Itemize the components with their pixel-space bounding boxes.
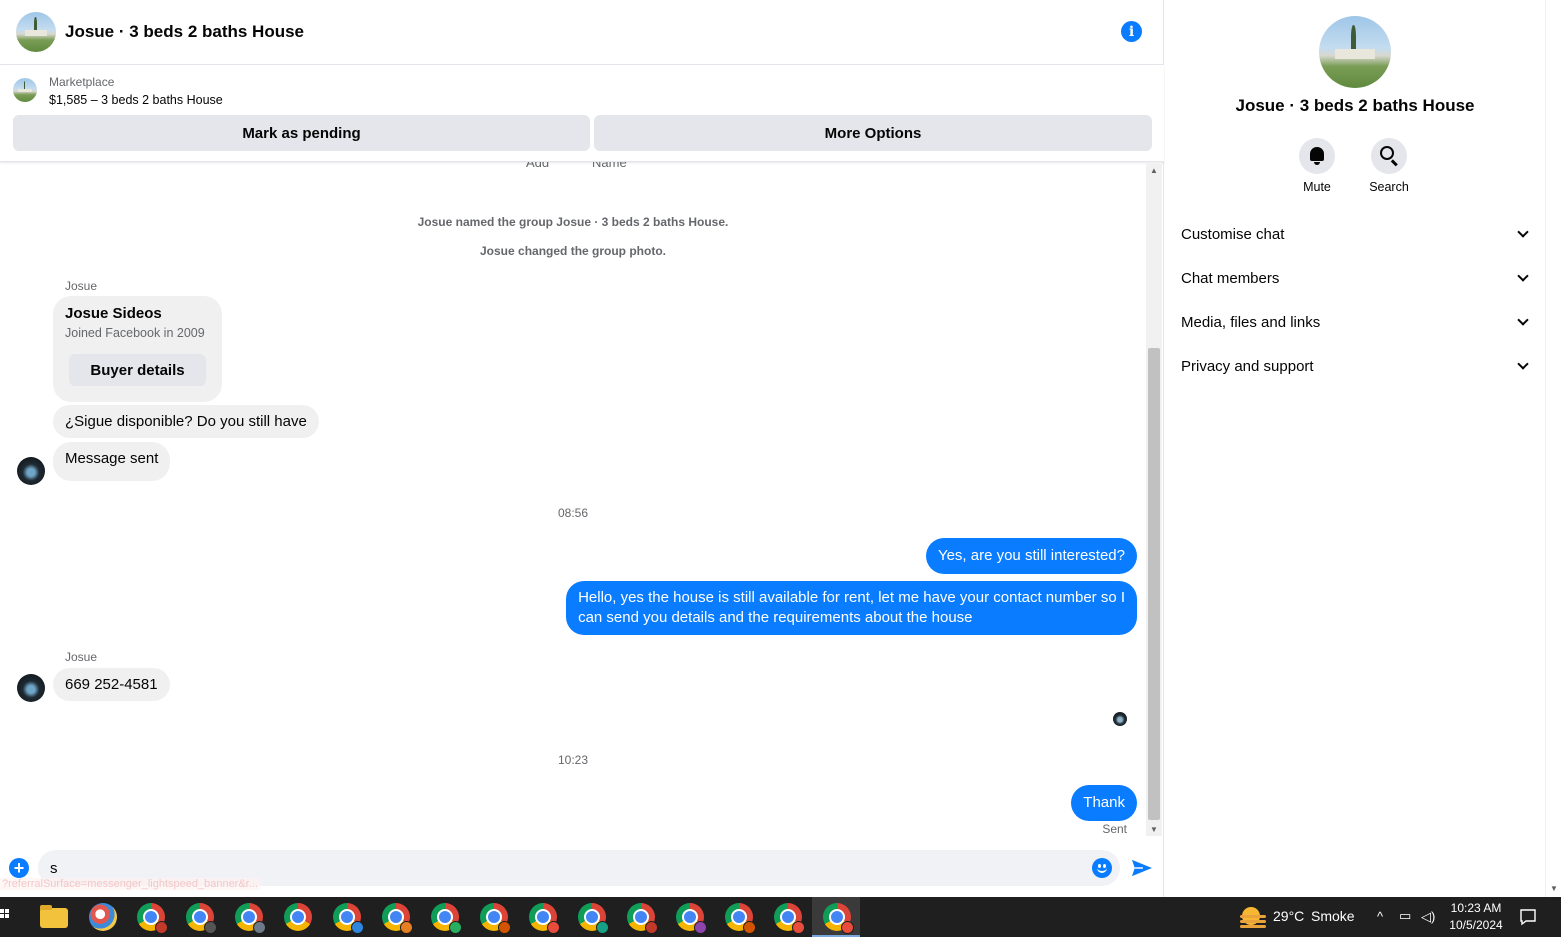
send-icon[interactable] (1131, 858, 1153, 878)
weather-temperature[interactable]: 29°C (1273, 908, 1304, 924)
search-label: Search (1369, 180, 1409, 194)
clock-date[interactable]: 10/5/2024 (1446, 918, 1506, 932)
buyer-profile-card: Josue Sideos Joined Facebook in 2009 Buy… (53, 296, 222, 402)
chevron-up-icon[interactable]: ^ (1377, 909, 1383, 924)
chrome-icon[interactable] (725, 903, 756, 934)
chrome-icon[interactable] (284, 903, 312, 931)
chrome-icon[interactable] (431, 903, 462, 934)
message-bubble-incoming[interactable]: 669 252-4581 (53, 668, 170, 701)
weather-icon[interactable] (1240, 906, 1266, 928)
conversation-details-panel: Josue · 3 beds 2 baths House Mute Search… (1165, 0, 1545, 897)
chevron-down-icon (1517, 314, 1529, 326)
message-bubble-incoming[interactable]: Message sent (53, 442, 171, 481)
group-avatar[interactable] (16, 12, 56, 52)
start-icon[interactable] (0, 909, 10, 925)
chrome-icon[interactable] (382, 903, 413, 934)
chrome-icon[interactable] (676, 903, 707, 934)
sender-name: Josue (65, 650, 98, 664)
panel-title: Josue · 3 beds 2 baths House (1235, 96, 1475, 115)
sender-name: Josue (65, 279, 98, 293)
sent-status: Sent (1102, 822, 1127, 836)
section-label: Media, files and links (1181, 313, 1321, 331)
system-message-photo: Josue changed the group photo. (480, 244, 666, 258)
chrome-icon[interactable] (186, 903, 217, 934)
chrome-icon[interactable] (480, 903, 511, 934)
message-bubble-outgoing[interactable]: Hello, yes the house is still available … (566, 581, 1137, 635)
scroll-down-icon[interactable]: ▼ (1146, 825, 1162, 834)
listing-thumbnail[interactable] (13, 78, 37, 102)
chrome-icon[interactable] (529, 903, 560, 934)
chat-title[interactable]: Josue · 3 beds 2 baths House (65, 22, 304, 42)
sender-avatar[interactable] (17, 457, 45, 485)
marketplace-banner: Marketplace $1,585 – 3 beds 2 baths Hous… (0, 65, 1164, 162)
paint-icon[interactable] (89, 903, 117, 931)
bell-icon (1310, 147, 1324, 161)
chrome-icon[interactable] (578, 903, 609, 934)
weather-condition[interactable]: Smoke (1311, 908, 1355, 924)
scroll-thumb[interactable] (1148, 348, 1160, 820)
scroll-up-icon[interactable]: ▲ (1146, 166, 1162, 175)
system-message-rename: Josue named the group Josue · 3 beds 2 b… (417, 215, 729, 229)
mute-label: Mute (1303, 180, 1331, 194)
seen-avatar (1113, 712, 1127, 726)
chrome-icon[interactable] (137, 903, 168, 934)
timestamp: 08:56 (557, 506, 589, 520)
chrome-icon[interactable] (333, 903, 364, 934)
section-media-files-links[interactable]: Media, files and links (1181, 310, 1533, 334)
chrome-icon[interactable] (235, 903, 266, 934)
section-privacy-support[interactable]: Privacy and support (1181, 354, 1533, 378)
section-label: Privacy and support (1181, 357, 1314, 375)
message-line: Hello, yes the house is still available … (578, 589, 1125, 606)
message-line: can send you details and the requirement… (578, 609, 973, 626)
section-customise-chat[interactable]: Customise chat (1181, 222, 1533, 246)
notifications-icon[interactable] (1519, 908, 1537, 926)
add-label-cut: Add (526, 162, 550, 170)
mark-as-pending-button[interactable]: Mark as pending (13, 115, 590, 151)
chat-column: Josue · 3 beds 2 baths House i Marketpla… (0, 0, 1164, 897)
group-avatar-large[interactable] (1319, 16, 1391, 88)
search-button[interactable]: Search (1359, 138, 1419, 194)
section-label: Customise chat (1181, 225, 1285, 243)
status-bar-url: ?referralSurface=messenger_lightspeed_ba… (0, 878, 260, 890)
more-options-button[interactable]: More Options (594, 115, 1152, 151)
buyer-joined: Joined Facebook in 2009 (65, 326, 205, 340)
chat-header: Josue · 3 beds 2 baths House i (0, 0, 1164, 65)
timestamp: 10:23 (557, 753, 589, 767)
buyer-name: Josue Sideos (65, 305, 162, 322)
taskbar: 29°C Smoke ^ ▭ ◁) 10:23 AM 10/5/2024 (0, 897, 1561, 937)
chrome-icon-active[interactable] (823, 903, 854, 934)
search-icon (1380, 146, 1394, 160)
message-bubble-outgoing[interactable]: Yes, are you still interested? (925, 538, 1137, 574)
message-bubble-incoming[interactable]: ¿Sigue disponible? Do you still have (53, 405, 319, 438)
info-icon[interactable]: i (1121, 21, 1142, 42)
buyer-details-button[interactable]: Buyer details (69, 354, 206, 386)
chevron-down-icon (1517, 358, 1529, 370)
emoji-icon[interactable] (1092, 858, 1112, 878)
section-label: Chat members (1181, 269, 1280, 287)
scroll-down-icon[interactable]: ▼ (1546, 884, 1561, 893)
chevron-down-icon (1517, 226, 1529, 238)
message-list[interactable]: Add Name Josue named the group Josue · 3… (0, 162, 1146, 836)
mute-button[interactable]: Mute (1287, 138, 1347, 194)
page-scrollbar[interactable]: ▼ (1545, 0, 1561, 897)
file-explorer-icon[interactable] (40, 905, 68, 928)
chevron-down-icon (1517, 270, 1529, 282)
chrome-icon[interactable] (774, 903, 805, 934)
sender-avatar[interactable] (17, 674, 45, 702)
message-bubble-outgoing[interactable]: Thank (1071, 785, 1137, 821)
plus-icon[interactable]: + (9, 858, 29, 878)
chrome-icon[interactable] (627, 903, 658, 934)
marketplace-label: Marketplace (49, 75, 115, 89)
network-icon[interactable]: ▭ (1399, 908, 1411, 924)
listing-title[interactable]: $1,585 – 3 beds 2 baths House (49, 93, 223, 107)
message-scrollbar[interactable]: ▲ ▼ (1146, 162, 1162, 836)
section-chat-members[interactable]: Chat members (1181, 266, 1533, 290)
clock-time[interactable]: 10:23 AM (1446, 901, 1506, 915)
volume-icon[interactable]: ◁) (1421, 909, 1435, 925)
name-label-cut: Name (592, 162, 627, 170)
messenger-window: Josue · 3 beds 2 baths House i Marketpla… (0, 0, 1561, 937)
